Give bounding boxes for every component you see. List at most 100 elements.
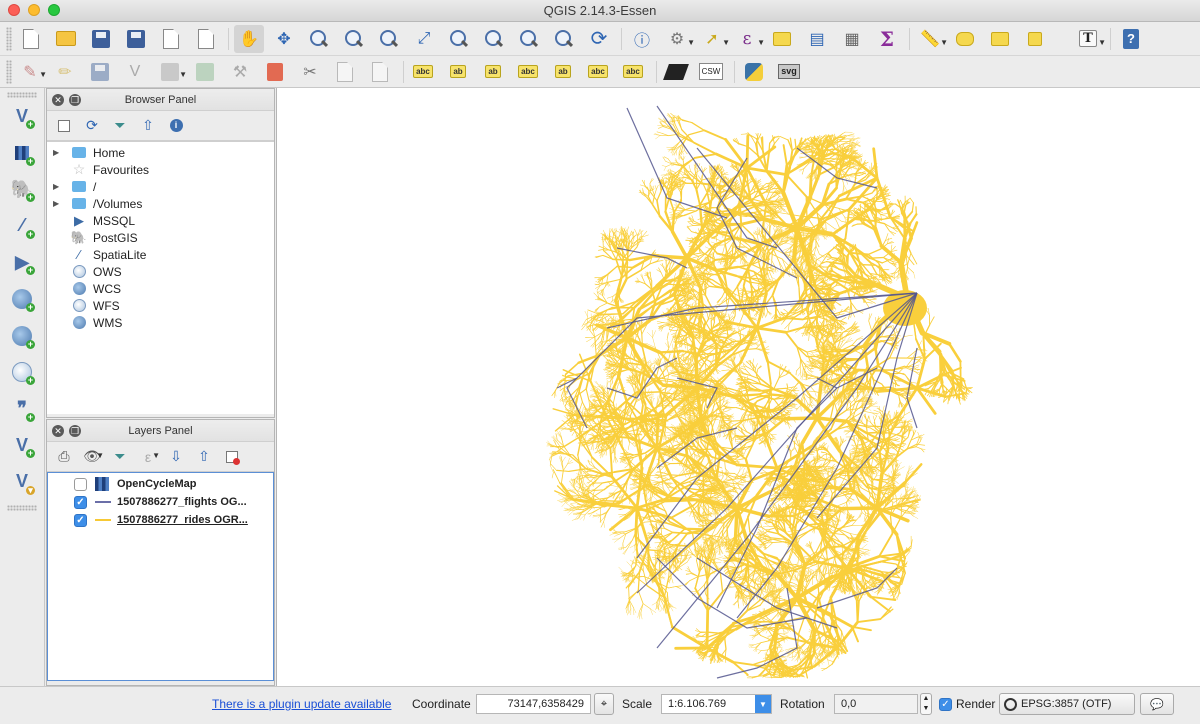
zoom-next-icon[interactable]	[549, 25, 579, 53]
tree-item-home[interactable]: ▶ Home	[47, 144, 274, 161]
help-icon[interactable]: ?	[1116, 25, 1146, 53]
remove-layer-icon[interactable]	[223, 448, 241, 466]
collapse-all-icon[interactable]: ⇧	[195, 448, 213, 466]
digitize-icon[interactable]: V	[121, 59, 149, 85]
dark-plugin-icon[interactable]	[662, 59, 690, 85]
attribute-table-icon[interactable]: ▤	[802, 25, 832, 53]
toolbar-grip[interactable]	[7, 92, 37, 98]
expand-all-icon[interactable]: ⇩	[167, 448, 185, 466]
filter-icon[interactable]: ⏷	[111, 117, 129, 135]
tree-item-wms[interactable]: WMS	[47, 314, 274, 331]
python-console-icon[interactable]	[740, 59, 768, 85]
cut-features-icon[interactable]: ✂	[296, 59, 324, 85]
close-window-button[interactable]	[8, 4, 20, 16]
toggle-editing-icon[interactable]: ✏	[51, 59, 79, 85]
select-features-icon[interactable]: ➚ ▼	[697, 25, 730, 53]
tree-item-favourites[interactable]: ☆ Favourites	[47, 161, 274, 178]
layer-visibility-checkbox[interactable]	[74, 477, 87, 491]
new-bookmark-icon[interactable]	[985, 25, 1015, 53]
add-mssql-layer-icon[interactable]: ▶ +	[8, 248, 36, 276]
add-delimited-text-icon[interactable]: ❞ +	[8, 395, 36, 423]
pan-icon[interactable]: ✋	[234, 24, 264, 53]
maximize-window-button[interactable]	[48, 4, 60, 16]
pin-labels-icon[interactable]: ab	[444, 59, 472, 85]
float-panel-button[interactable]: ❐	[69, 425, 81, 437]
layer-visibility-checkbox[interactable]: ✓	[74, 513, 87, 527]
float-panel-button[interactable]: ❐	[69, 94, 81, 106]
collapse-all-icon[interactable]: ⇧	[139, 117, 157, 135]
delete-selected-icon[interactable]	[261, 59, 289, 85]
styling-icon[interactable]: ⎙	[55, 448, 73, 466]
composer-manager-icon[interactable]	[191, 25, 221, 53]
copy-features-icon[interactable]	[331, 59, 359, 85]
map-tips-icon[interactable]	[950, 25, 980, 53]
open-project-icon[interactable]	[51, 25, 81, 53]
sigma-icon[interactable]: Σ	[872, 25, 902, 53]
zoom-actual-icon[interactable]	[374, 25, 404, 53]
zoom-out-icon[interactable]	[339, 25, 369, 53]
toolbar-grip[interactable]	[6, 26, 12, 51]
text-annotation-icon[interactable]: T ▼	[1073, 25, 1106, 53]
minimize-window-button[interactable]	[28, 4, 40, 16]
move-label-icon[interactable]: ab	[549, 59, 577, 85]
save-as-icon[interactable]	[121, 25, 151, 53]
change-label-icon[interactable]: abc	[619, 59, 647, 85]
close-panel-button[interactable]: ✕	[52, 425, 64, 437]
zoom-last-icon[interactable]	[514, 25, 544, 53]
add-raster-layer-icon[interactable]: +	[8, 139, 36, 167]
show-hide-labels-icon[interactable]: abc	[514, 59, 542, 85]
refresh-icon[interactable]: ⟳	[584, 25, 614, 53]
csw-icon[interactable]: CSW	[697, 59, 725, 85]
add-feature-icon[interactable]: ▼	[156, 59, 187, 85]
new-shapefile-layer-icon[interactable]: V ▾	[8, 468, 36, 496]
highlight-labels-icon[interactable]: ab	[479, 59, 507, 85]
add-wfs-layer-icon[interactable]: +	[8, 358, 36, 386]
toolbar-grip[interactable]	[6, 59, 12, 84]
zoom-full-icon[interactable]: ⤢	[409, 25, 439, 53]
new-project-icon[interactable]	[16, 25, 46, 53]
add-spatialite-layer-icon[interactable]: ⁄ +	[8, 212, 36, 240]
add-postgis-layer-icon[interactable]: 🐘 +	[8, 175, 36, 203]
statistics-icon[interactable]: ▦	[837, 25, 867, 53]
add-wms-layer-icon[interactable]: +	[8, 285, 36, 313]
zoom-in-icon[interactable]	[304, 25, 334, 53]
rotate-label-icon[interactable]: abc	[584, 59, 612, 85]
tree-item-mssql[interactable]: ▶ MSSQL	[47, 212, 274, 229]
show-bookmarks-icon[interactable]	[1020, 25, 1050, 53]
add-virtual-layer-icon[interactable]: V +	[8, 431, 36, 459]
zoom-to-selection-icon[interactable]	[444, 25, 474, 53]
layer-row-flights[interactable]: ✓ 1507886277_flights OG...	[48, 493, 273, 511]
tree-item-wcs[interactable]: WCS	[47, 280, 274, 297]
layer-row-opencyclemap[interactable]: OpenCycleMap	[48, 475, 273, 493]
save-project-icon[interactable]	[86, 25, 116, 53]
layer-visibility-checkbox[interactable]: ✓	[74, 495, 87, 509]
actions-icon[interactable]: ⚙ ▼	[662, 25, 695, 53]
current-edits-icon[interactable]: ✎ ▼	[16, 59, 47, 85]
tree-item-postgis[interactable]: 🐘 PostGIS	[47, 229, 274, 246]
identify-icon[interactable]: ⓘ	[627, 25, 657, 53]
refresh-icon[interactable]: ⟳	[83, 117, 101, 135]
deselect-icon[interactable]	[767, 25, 797, 53]
save-edits-icon[interactable]	[86, 59, 114, 85]
new-print-composer-icon[interactable]	[156, 25, 186, 53]
expand-arrow-icon[interactable]: ▶	[53, 182, 65, 191]
measure-icon[interactable]: 📏 ▼	[915, 25, 948, 53]
node-tool-icon[interactable]: ⚒	[226, 59, 254, 85]
pan-to-selection-icon[interactable]: ✥	[269, 25, 299, 53]
properties-icon[interactable]: i	[167, 117, 185, 135]
field-calculator-icon[interactable]: ε ▼	[732, 25, 765, 53]
tree-item-ows[interactable]: OWS	[47, 263, 274, 280]
map-svg[interactable]	[277, 88, 1200, 686]
tree-item-wfs[interactable]: WFS	[47, 297, 274, 314]
expand-arrow-icon[interactable]: ▶	[53, 199, 65, 208]
map-canvas[interactable]	[276, 88, 1200, 686]
filter-expression-icon[interactable]: ε ▼	[139, 448, 160, 466]
svg-plugin-icon[interactable]: svg	[775, 59, 803, 85]
label-tool-icon[interactable]: abc	[409, 59, 437, 85]
expand-arrow-icon[interactable]: ▶	[53, 148, 65, 157]
close-panel-button[interactable]: ✕	[52, 94, 64, 106]
tree-item-spatialite[interactable]: ⁄ SpatiaLite	[47, 246, 274, 263]
layer-row-rides[interactable]: ✓ 1507886277_rides OGR...	[48, 511, 273, 529]
filter-icon[interactable]: ⏷	[111, 448, 129, 466]
add-selected-layers-icon[interactable]	[55, 117, 73, 135]
